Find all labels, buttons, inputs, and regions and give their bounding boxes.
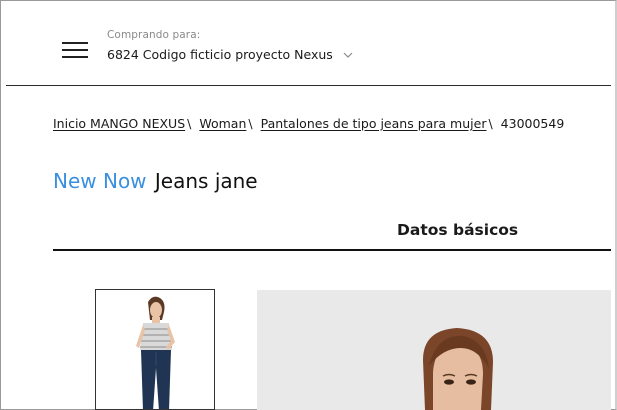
product-thumbnail[interactable] xyxy=(95,289,215,410)
breadcrumb-current: 43000549 xyxy=(500,116,565,131)
breadcrumb: Inicio MANGO NEXUS \ Woman \ Pantalones de… xyxy=(53,116,565,131)
tab-datos-basicos[interactable]: Datos básicos xyxy=(397,221,518,239)
buying-for-dropdown[interactable]: 6824 Codigo ficticio proyecto Nexus xyxy=(107,45,353,66)
buying-for-value: 6824 Codigo ficticio proyecto Nexus xyxy=(107,47,333,62)
breadcrumb-link-home[interactable]: Inicio MANGO NEXUS xyxy=(53,116,185,131)
collection-tag: New Now xyxy=(53,169,147,193)
top-header: Comprando para: 6824 Codigo ficticio pro… xyxy=(6,0,611,86)
hamburger-menu-icon[interactable] xyxy=(62,40,88,60)
chevron-down-icon xyxy=(343,44,353,64)
breadcrumb-link-woman[interactable]: Woman xyxy=(199,116,246,131)
model-thumbnail-image xyxy=(96,290,214,409)
page-title: New Now Jeans jane xyxy=(53,167,258,195)
model-main-image xyxy=(257,290,611,410)
product-main-image[interactable] xyxy=(257,290,611,410)
buying-for-label: Comprando para: xyxy=(107,29,201,41)
tab-bar: Datos básicos xyxy=(53,218,611,251)
product-name: Jeans jane xyxy=(154,169,258,193)
breadcrumb-link-category[interactable]: Pantalones de tipo jeans para mujer xyxy=(261,116,487,131)
buying-for-selector: Comprando para: 6824 Codigo ficticio pro… xyxy=(107,28,353,66)
